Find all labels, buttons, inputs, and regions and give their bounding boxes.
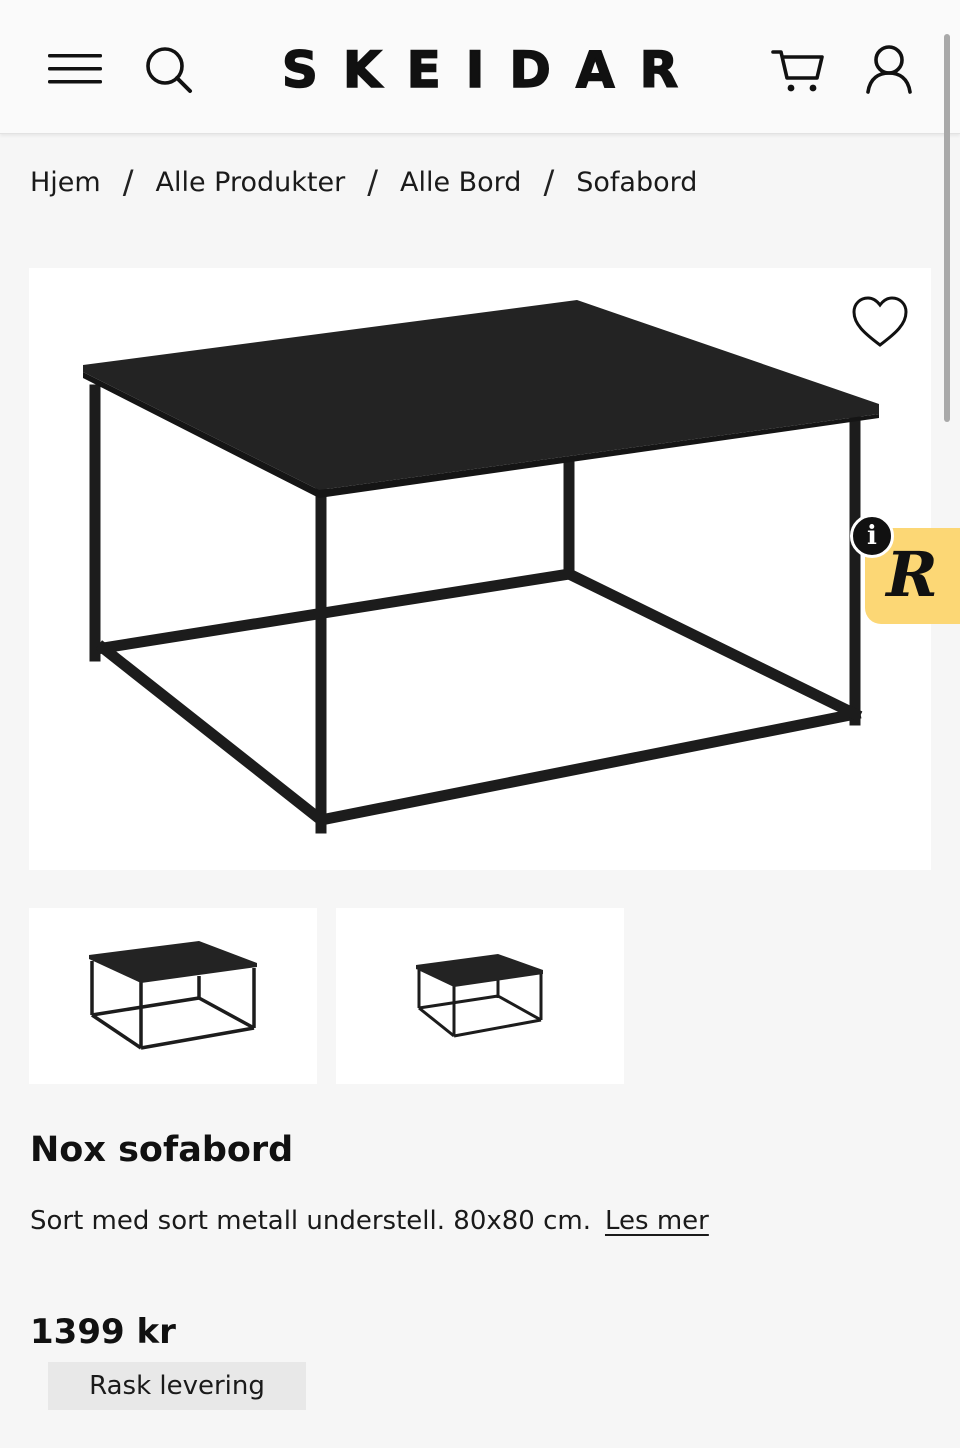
delivery-badge: Rask levering — [48, 1362, 306, 1410]
thumbnail-2[interactable] — [336, 908, 624, 1084]
read-more-link[interactable]: Les mer — [605, 1206, 709, 1236]
heart-icon — [852, 296, 908, 347]
breadcrumb-coffee-tables[interactable]: Sofabord — [576, 167, 697, 198]
breadcrumb-all-products[interactable]: Alle Produkter — [156, 167, 346, 198]
search-icon — [146, 47, 192, 93]
top-header: SKEIDAR — [0, 0, 960, 134]
product-description-text: Sort med sort metall understell. 80x80 c… — [30, 1206, 591, 1236]
coffee-table-image — [83, 300, 879, 834]
thumbnail-1[interactable] — [29, 908, 317, 1084]
search-button[interactable] — [143, 44, 195, 96]
coffee-table-thumbnail-image — [416, 954, 543, 1038]
site-logo[interactable]: SKEIDAR — [240, 38, 720, 102]
breadcrumb-separator: / — [367, 163, 378, 201]
breadcrumb-separator: / — [122, 163, 134, 201]
menu-button[interactable] — [46, 48, 104, 90]
product-price: 1399 kr — [30, 1312, 176, 1352]
breadcrumb: Hjem / Alle Produkter / Alle Bord / Sofa… — [30, 162, 697, 202]
info-icon[interactable]: i — [850, 514, 894, 558]
main-product-image[interactable] — [29, 268, 931, 870]
page-scrollbar[interactable] — [944, 34, 950, 422]
favorite-button[interactable] — [850, 294, 910, 350]
breadcrumb-home[interactable]: Hjem — [30, 167, 101, 198]
cart-button[interactable] — [770, 44, 826, 96]
cart-icon — [771, 50, 824, 92]
user-icon — [866, 45, 912, 94]
product-title: Nox sofabord — [30, 1130, 294, 1170]
hamburger-icon — [48, 54, 102, 84]
product-description: Sort med sort metall understell. 80x80 c… — [30, 1200, 730, 1243]
account-button[interactable] — [862, 42, 916, 96]
coffee-table-thumbnail-image — [89, 941, 257, 1050]
breadcrumb-all-tables[interactable]: Alle Bord — [400, 167, 521, 198]
breadcrumb-separator: / — [543, 163, 555, 201]
